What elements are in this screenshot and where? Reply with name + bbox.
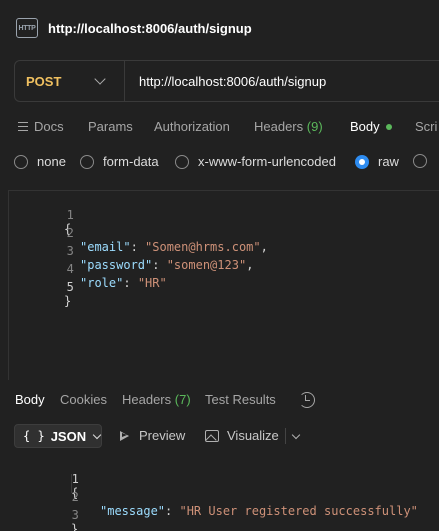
docs-icon: [18, 122, 28, 132]
url-bar: POST http://localhost:8006/auth/signup: [14, 60, 439, 102]
response-tab-test-results[interactable]: Test Results: [205, 392, 276, 407]
radio-circle-icon: [413, 154, 427, 168]
tab-scripts[interactable]: Scri: [415, 119, 437, 134]
indent-guide: [71, 474, 72, 493]
close-brace: }: [64, 294, 72, 308]
radio-none-label: none: [37, 154, 66, 169]
url-input[interactable]: http://localhost:8006/auth/signup: [125, 74, 326, 89]
json-key: "password": [80, 258, 153, 272]
radio-form-data-label: form-data: [103, 154, 159, 169]
tab-docs[interactable]: Docs: [18, 119, 64, 134]
line-number: 3: [71, 508, 79, 522]
http-request-icon: HTTP: [16, 18, 38, 38]
tab-headers-label: Headers: [254, 119, 304, 134]
radio-circle-icon: [14, 154, 28, 169]
radio-raw-label: raw: [378, 154, 399, 169]
code-line: 5 }: [9, 266, 74, 308]
chevron-down-icon: [92, 430, 102, 439]
radio-urlencoded-label: x-www-form-urlencoded: [198, 154, 336, 169]
json-key: "message": [100, 504, 166, 518]
close-brace: }: [71, 522, 79, 531]
tab-authorization[interactable]: Authorization: [154, 119, 230, 134]
request-title-row: HTTP http://localhost:8006/auth/signup: [0, 0, 439, 56]
line-number: 2: [66, 226, 74, 240]
json-value: "HR User registered successfully": [179, 504, 418, 518]
radio-circle-icon: [80, 154, 94, 169]
response-tabs: Body Cookies Headers (7) Test Results: [0, 388, 439, 412]
preview-button[interactable]: Preview: [120, 428, 185, 443]
method-select[interactable]: POST: [15, 61, 125, 101]
play-icon: [120, 430, 129, 441]
chevron-down-icon[interactable]: [291, 430, 301, 440]
code-line: 1 {: [9, 194, 74, 236]
chevron-down-icon: [94, 73, 106, 85]
image-icon: [205, 429, 219, 442]
headers-count: (9): [306, 119, 323, 134]
radio-circle-icon: [175, 154, 189, 169]
format-select[interactable]: { } JSON: [14, 424, 102, 448]
divider: [285, 428, 286, 444]
body-type-radio-group: none form-data x-www-form-urlencoded raw: [0, 150, 439, 176]
code-line: 3 "password": "somen@123",: [9, 230, 254, 272]
visualize-label: Visualize: [227, 428, 279, 443]
line-number: 3: [66, 244, 74, 258]
line-number: 4: [66, 262, 74, 276]
response-tab-cookies[interactable]: Cookies: [60, 392, 107, 407]
preview-label: Preview: [139, 428, 186, 443]
code-line: 1 {: [0, 458, 79, 500]
code-line: 3 }: [0, 494, 79, 531]
modified-dot-icon: [385, 123, 392, 130]
visualize-button[interactable]: Visualize: [205, 428, 279, 443]
request-tabs: Docs Params Authorization Headers (9) Bo…: [0, 112, 439, 142]
code-line: 4 "role": "HR": [9, 248, 167, 290]
code-line: 2 "email": "Somen@hrms.com",: [9, 212, 268, 254]
method-label: POST: [26, 73, 62, 89]
response-body-viewer[interactable]: 1 { 2 "message": "HR User registered suc…: [0, 455, 439, 531]
radio-urlencoded[interactable]: x-www-form-urlencoded: [175, 154, 336, 169]
json-key: "role": [80, 276, 124, 290]
radio-selected-icon: [355, 154, 369, 169]
line-number: 1: [66, 208, 74, 222]
radio-none[interactable]: none: [14, 154, 66, 169]
response-tab-headers[interactable]: Headers (7): [122, 392, 191, 407]
response-tab-body[interactable]: Body: [15, 392, 45, 407]
json-value: "HR": [137, 276, 167, 290]
code-line: 2 "message": "HR User registered success…: [0, 476, 418, 518]
request-body-editor[interactable]: 1 { 2 "email": "Somen@hrms.com", 3 "pass…: [8, 190, 439, 380]
line-number: 5: [66, 280, 74, 294]
history-icon[interactable]: [299, 392, 315, 408]
tab-params[interactable]: Params: [88, 119, 133, 134]
response-headers-label: Headers: [122, 392, 172, 407]
radio-form-data[interactable]: form-data: [80, 154, 159, 169]
radio-binary[interactable]: [413, 154, 436, 168]
tab-docs-label: Docs: [34, 119, 64, 134]
response-headers-count: (7): [174, 392, 191, 407]
json-value: "Somen@hrms.com": [145, 240, 261, 254]
request-title[interactable]: http://localhost:8006/auth/signup: [48, 21, 252, 36]
json-key: "email": [80, 240, 131, 254]
radio-raw[interactable]: raw: [355, 154, 399, 169]
response-toolbar: { } JSON Preview Visualize: [0, 424, 439, 448]
tab-body-label: Body: [350, 119, 380, 134]
tab-body[interactable]: Body: [350, 119, 392, 134]
braces-icon: { }: [23, 429, 45, 443]
json-value: "somen@123": [166, 258, 247, 272]
tab-headers[interactable]: Headers (9): [254, 119, 323, 134]
format-label: JSON: [50, 428, 87, 444]
